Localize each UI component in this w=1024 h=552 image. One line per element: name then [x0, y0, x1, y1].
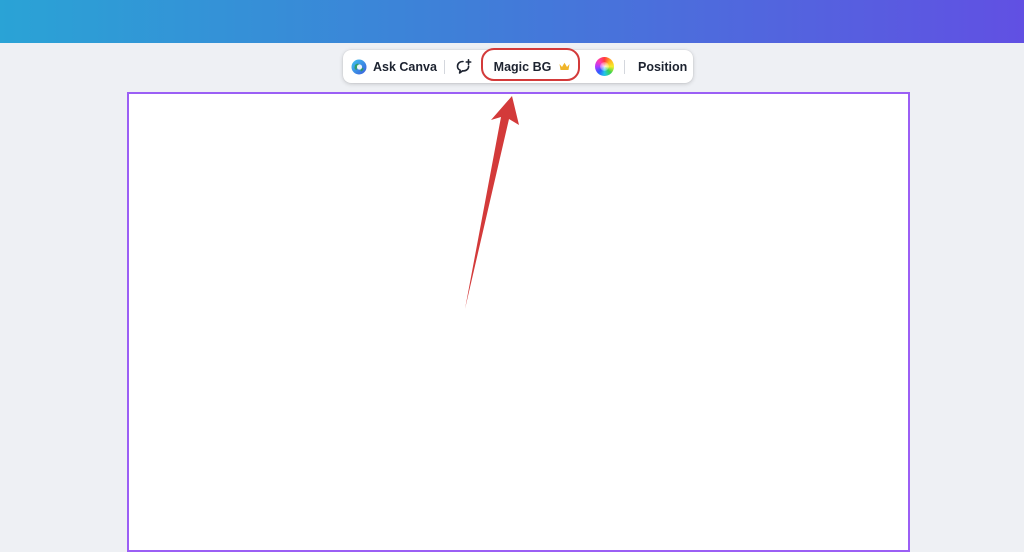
color-picker-button[interactable]	[592, 50, 616, 83]
editor-header-bar	[0, 0, 1024, 43]
add-comment-button[interactable]	[452, 50, 476, 83]
magic-bg-label: Magic BG	[493, 59, 552, 74]
color-wheel-icon	[594, 57, 614, 76]
ask-canva-button[interactable]: Ask Canva	[351, 50, 437, 83]
ask-canva-label: Ask Canva	[373, 59, 437, 74]
ask-canva-globe-icon	[351, 59, 367, 74]
design-page-canvas[interactable]	[127, 92, 910, 552]
toolbar-divider	[624, 60, 625, 74]
position-label: Position	[638, 59, 688, 74]
magic-bg-button[interactable]: Magic BG	[484, 50, 580, 83]
comment-add-icon	[456, 58, 472, 74]
position-button[interactable]: Position	[638, 50, 687, 83]
toolbar-divider	[444, 60, 445, 74]
crown-icon	[559, 62, 570, 70]
context-toolbar: Ask Canva Magic BG Position	[343, 50, 693, 83]
